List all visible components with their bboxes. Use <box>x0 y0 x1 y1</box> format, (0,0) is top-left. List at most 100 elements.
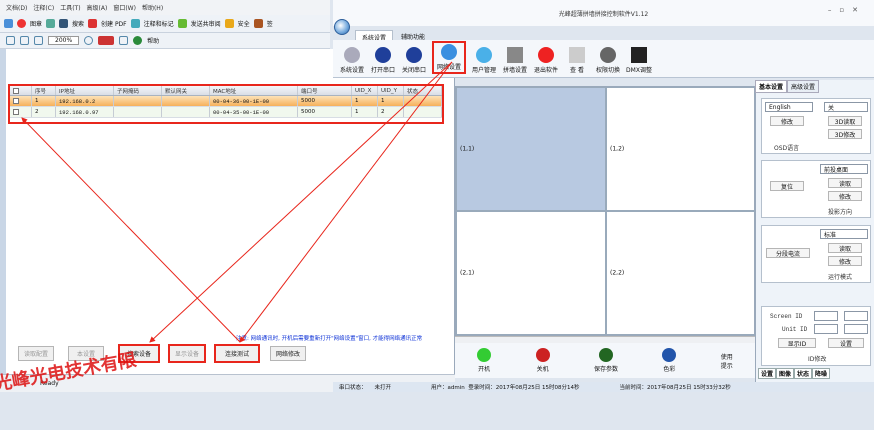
3d-read-button[interactable]: 3D读取 <box>828 116 862 126</box>
show-id-button[interactable]: 显示ID <box>778 338 816 348</box>
usage-tips-button[interactable]: 使用 提示 <box>721 352 733 370</box>
unit-id-input[interactable] <box>814 324 838 334</box>
zoom-in-icon[interactable] <box>84 36 94 45</box>
row-checkbox[interactable] <box>10 107 32 117</box>
grid-cell[interactable]: (2,1) <box>456 211 606 335</box>
projection-select[interactable]: 前投桌面 <box>820 164 868 174</box>
ribbon-system-settings[interactable]: 系统设置 <box>339 47 365 74</box>
cell-port: 5000 <box>298 107 352 117</box>
stamp-icon[interactable] <box>17 19 26 28</box>
zoom-out-icon[interactable] <box>34 36 43 45</box>
split-current-button[interactable]: 分段电流 <box>766 248 810 258</box>
ribbon-close-port[interactable]: 关闭串口 <box>401 47 427 74</box>
ribbon-network-settings[interactable]: 网络设置 <box>432 41 466 74</box>
ribbon-label: DMX调整 <box>626 67 652 74</box>
language-select[interactable]: English <box>765 102 813 112</box>
left-menubar: 文档(D) 注释(C) 工具(T) 高级(A) 窗口(W) 帮助(H) <box>0 0 330 15</box>
row-checkbox[interactable] <box>10 96 32 106</box>
tab-settings[interactable]: 设置 <box>758 368 777 379</box>
power-on-button[interactable]: 开机 <box>477 348 492 373</box>
table-row[interactable]: 2 192.168.0.97 00-04-35-00-1E-00 5000 1 … <box>10 107 442 118</box>
tab-noise[interactable]: 降噪 <box>812 368 831 379</box>
cell-ip: 192.168.0.2 <box>56 96 114 106</box>
ym-icon[interactable] <box>98 36 115 45</box>
unit-id-input-2[interactable] <box>844 324 868 334</box>
run-mode-label: 运行模式 <box>828 274 853 281</box>
ribbon-label: 退出软件 <box>533 67 558 74</box>
tab-basic-settings[interactable]: 基本设置 <box>755 80 788 93</box>
stamp-button[interactable]: 图章 <box>30 19 42 28</box>
mode-modify-button[interactable]: 修改 <box>828 256 862 266</box>
cell-index: 2 <box>32 107 56 117</box>
menu-doc[interactable]: 文档(D) <box>6 3 27 12</box>
mode-select[interactable]: 标准 <box>820 229 868 239</box>
tab-advanced-settings[interactable]: 高级设置 <box>787 80 820 93</box>
connection-test-button[interactable]: 连接测试 <box>214 344 260 363</box>
network-modify-button[interactable]: 网络修改 <box>270 346 306 361</box>
ribbon-permission-switch[interactable]: 权限切换 <box>595 47 621 74</box>
power-off-button[interactable]: 关机 <box>535 348 550 373</box>
ribbon-exit[interactable]: 退出软件 <box>533 47 559 74</box>
send-review-button[interactable]: 发送共审阅 <box>191 19 221 28</box>
power-on-icon <box>477 348 492 362</box>
tab-status[interactable]: 状态 <box>794 368 813 379</box>
cell-label: (2,1) <box>460 269 475 277</box>
ribbon-open-port[interactable]: 打开串口 <box>370 47 396 74</box>
ribbon-dmx[interactable]: DMX调整 <box>626 47 652 74</box>
color-button[interactable]: 色彩 <box>662 348 677 373</box>
app-logo <box>334 19 350 35</box>
screen-id-input[interactable] <box>814 311 838 321</box>
grid-cell[interactable]: (1,1) <box>456 87 606 211</box>
ribbon-label: 关闭串口 <box>401 67 426 74</box>
ribbon-label: 用户管理 <box>471 67 496 74</box>
minimize-icon[interactable]: – <box>828 6 840 14</box>
close-icon[interactable]: ✕ <box>852 6 866 14</box>
reset-button[interactable]: 复位 <box>770 181 804 191</box>
maximize-icon[interactable]: ▫ <box>839 6 852 14</box>
security-button[interactable]: 安全 <box>238 19 250 28</box>
menu-advanced[interactable]: 高级(A) <box>87 3 108 12</box>
menu-annot[interactable]: 注释(C) <box>33 3 54 12</box>
horizontal-scrollbar[interactable] <box>455 336 755 343</box>
sign-button[interactable]: 签 <box>267 19 273 28</box>
zoom-field[interactable]: 200% <box>48 36 80 45</box>
menu-window[interactable]: 窗口(W) <box>113 3 136 12</box>
print-icon[interactable] <box>46 19 56 28</box>
export-icon[interactable] <box>119 36 129 45</box>
read-config-button[interactable]: 读取配置 <box>18 346 54 361</box>
select-all-checkbox[interactable] <box>10 86 32 95</box>
grid-cell[interactable]: (2,2) <box>606 211 756 335</box>
tab-image[interactable]: 图像 <box>776 368 795 379</box>
id-set-button[interactable]: 设置 <box>828 338 864 348</box>
annotate-button[interactable]: 注释和标记 <box>144 19 174 28</box>
3d-modify-button[interactable]: 3D修改 <box>828 129 862 139</box>
menu-tools[interactable]: 工具(T) <box>60 3 80 12</box>
ribbon-view[interactable]: 查 看 <box>564 47 590 74</box>
ribbon-wall-settings[interactable]: 拼墙设置 <box>502 47 528 74</box>
table-row[interactable]: 1 192.168.0.2 00-04-36-00-1E-00 5000 1 1 <box>10 96 442 107</box>
lang-modify-button[interactable]: 修改 <box>770 116 804 126</box>
menu-help[interactable]: 帮助(H) <box>142 3 163 12</box>
binoculars-icon <box>59 19 69 28</box>
search-button[interactable]: 搜索 <box>72 19 84 28</box>
window-titlebar: 光峰超薄拼墙拼接控制软件V1.12 <box>333 0 874 26</box>
help-button[interactable]: 帮助 <box>147 36 159 45</box>
page-icon[interactable] <box>6 36 15 45</box>
ribbon-user-management[interactable]: 用户管理 <box>471 47 497 74</box>
grid-cell[interactable]: (1,2) <box>606 87 756 211</box>
col-mac: MAC地址 <box>210 86 298 95</box>
proj-modify-button[interactable]: 修改 <box>828 191 862 201</box>
proj-read-button[interactable]: 读取 <box>828 178 862 188</box>
network-icon <box>441 44 457 60</box>
show-device-button[interactable]: 显示设备 <box>168 344 206 363</box>
osd-language-label: OSD语言 <box>774 145 800 152</box>
screen-id-input-2[interactable] <box>844 311 868 321</box>
fit-icon[interactable] <box>20 36 29 45</box>
osd-off-select[interactable]: 关 <box>824 102 868 112</box>
btn-label: 关机 <box>536 366 549 373</box>
pen-icon[interactable] <box>4 19 13 28</box>
create-pdf-button[interactable]: 创建 PDF <box>101 19 127 28</box>
panel-bottom-tabs: 设置 图像 状态 降噪 <box>758 368 831 379</box>
mode-read-button[interactable]: 读取 <box>828 243 862 253</box>
save-params-button[interactable]: 保存参数 <box>594 348 618 373</box>
